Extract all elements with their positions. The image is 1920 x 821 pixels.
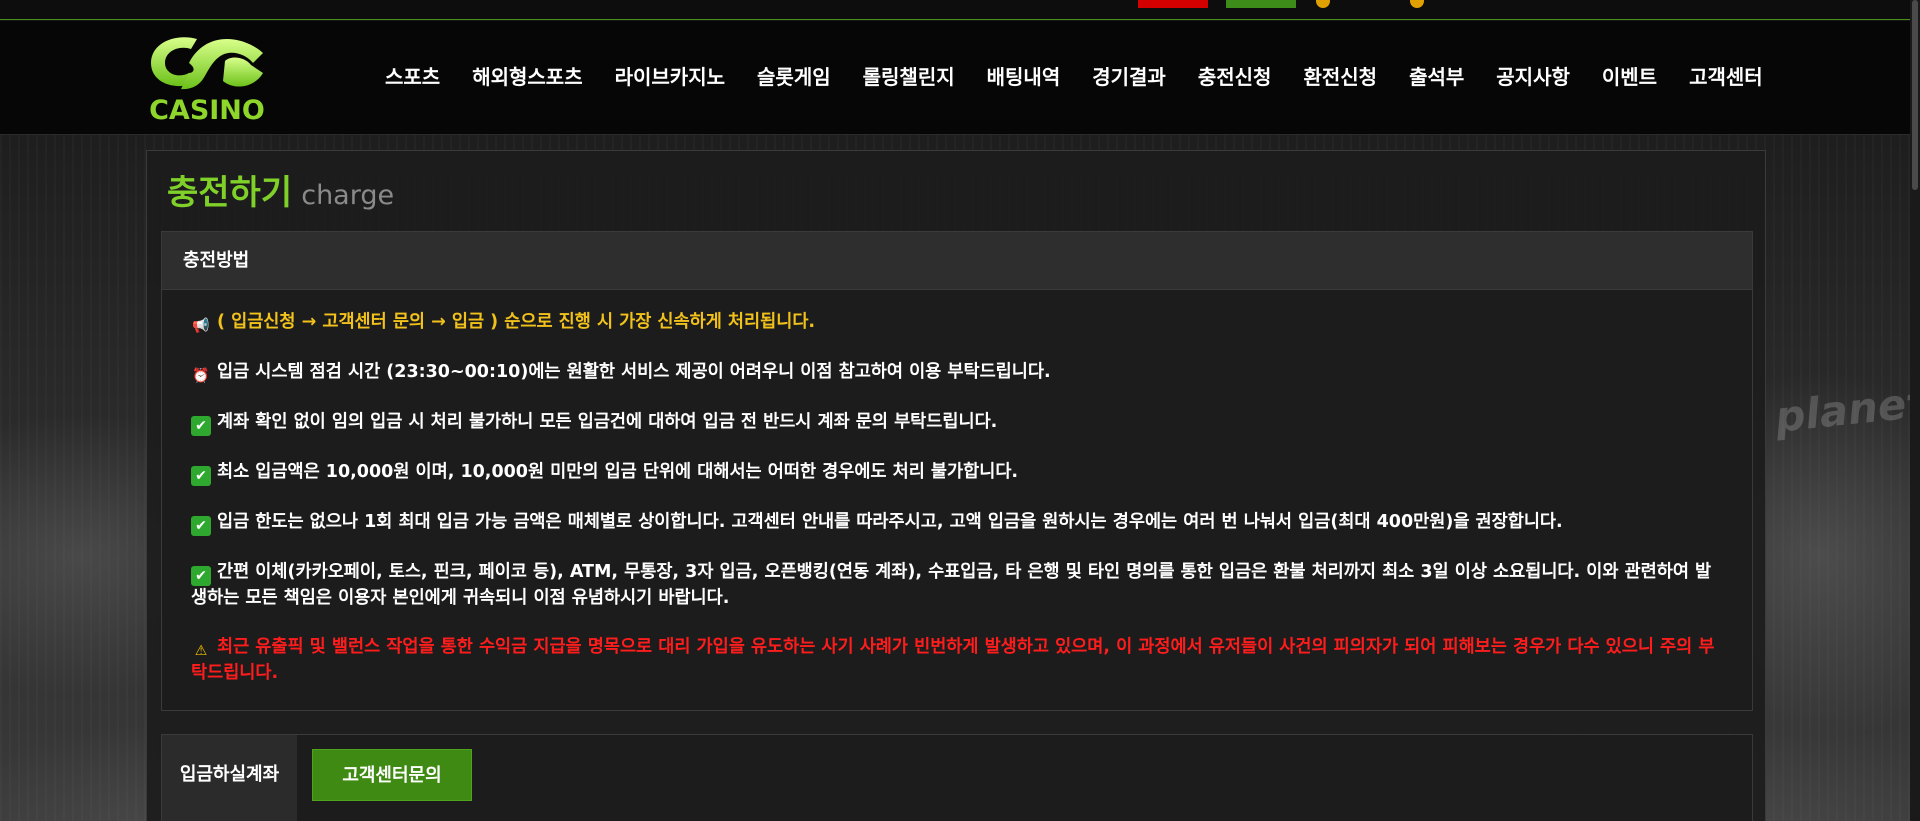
notice-text: 간편 이체(카카오페이, 토스, 핀크, 페이코 등), ATM, 무통장, 3… — [191, 562, 1712, 608]
notice-item: ✔ 계좌 확인 없이 임의 입금 시 처리 불가하니 모든 입금건에 대하여 입금… — [191, 410, 1724, 436]
notice-item: ⏰ 입금 시스템 점검 시간 (23:30~00:10)에는 원활한 서비스 제공… — [191, 360, 1724, 386]
notice-item: 📢 ( 입금신청 → 고객센터 문의 → 입금 ) 순으로 진행 시 가장 신속하… — [191, 310, 1724, 336]
nav-item[interactable]: 배팅내역 — [987, 61, 1061, 90]
nav-item[interactable]: 롤링챌린지 — [863, 61, 955, 90]
nav-item[interactable]: 라이브카지노 — [615, 61, 725, 90]
notice-item: ✔ 입금 한도는 없으나 1회 최대 입금 가능 금액은 매체별로 상이합니다. … — [191, 510, 1724, 536]
megaphone-icon: 📢 — [192, 318, 210, 334]
notice-list: 📢 ( 입금신청 → 고객센터 문의 → 입금 ) 순으로 진행 시 가장 신속하… — [162, 290, 1752, 686]
check-icon: ✔ — [191, 416, 211, 436]
check-icon: ✔ — [191, 566, 211, 586]
main-nav: 스포츠 해외형스포츠 라이브카지노 슬롯게임 롤링챌린지 배팅내역 경기결과 충전신청 환전신청… — [385, 61, 1795, 90]
warning-icon: ⚠ — [194, 643, 208, 659]
check-icon: ✔ — [191, 516, 211, 536]
page-title-korean: 충전하기 — [167, 173, 293, 213]
coin-icon — [1316, 0, 1330, 8]
nav-item[interactable]: 출석부 — [1409, 61, 1464, 90]
notice-item: ⚠ 최근 유출픽 및 밸런스 작업을 통한 수익금 지급을 명목으로 대리 가입을… — [191, 635, 1724, 686]
notice-item: ✔ 최소 입금액은 10,000원 이며, 10,000원 미만의 입금 단위에 … — [191, 460, 1724, 486]
notice-text: 계좌 확인 없이 임의 입금 시 처리 불가하니 모든 입금건에 대하여 입금 … — [217, 412, 998, 432]
charge-method-header: 충전방법 — [162, 232, 1752, 290]
charge-method-box: 충전방법 📢 ( 입금신청 → 고객센터 문의 → 입금 ) 순으로 진행 시 가… — [161, 231, 1753, 711]
notice-text: 입금 시스템 점검 시간 (23:30~00:10)에는 원활한 서비스 제공이… — [217, 362, 1051, 382]
notice-text: ( 입금신청 → 고객센터 문의 → 입금 ) 순으로 진행 시 가장 신속하게… — [217, 312, 816, 332]
scrollbar-thumb[interactable] — [1912, 0, 1918, 190]
top-red-badge[interactable] — [1138, 0, 1208, 8]
page-scrollbar[interactable] — [1910, 0, 1920, 821]
nav-item[interactable]: 경기결과 — [1092, 61, 1166, 90]
logo-text[interactable]: CASINO — [145, 95, 269, 126]
top-green-badge[interactable] — [1226, 0, 1296, 8]
page-title: 충전하기 charge — [167, 165, 394, 214]
deposit-account-label: 입금하실계좌 — [162, 735, 297, 821]
notice-text: 입금 한도는 없으나 1회 최대 입금 가능 금액은 매체별로 상이합니다. 고… — [217, 512, 1563, 532]
notice-text: 최근 유출픽 및 밸런스 작업을 통한 수익금 지급을 명목으로 대리 가입을 … — [191, 637, 1715, 683]
coin-icon — [1410, 0, 1424, 8]
nav-item[interactable]: 고객센터 — [1689, 61, 1763, 90]
page-title-english: charge — [301, 180, 395, 211]
check-icon: ✔ — [191, 466, 211, 486]
notice-item: ✔ 간편 이체(카카오페이, 토스, 핀크, 페이코 등), ATM, 무통장, … — [191, 560, 1724, 611]
nav-item[interactable]: 충전신청 — [1198, 61, 1272, 90]
nav-item[interactable]: 스포츠 — [385, 61, 440, 90]
alarm-clock-icon: ⏰ — [192, 368, 210, 384]
notice-text: 최소 입금액은 10,000원 이며, 10,000원 미만의 입금 단위에 대… — [217, 462, 1019, 482]
nav-item[interactable]: 해외형스포츠 — [472, 61, 582, 90]
nav-item[interactable]: 슬롯게임 — [757, 61, 831, 90]
nav-item[interactable]: 환전신청 — [1303, 61, 1377, 90]
charge-panel: 충전하기 charge 충전방법 📢 ( 입금신청 → 고객센터 문의 → 입금 … — [146, 150, 1766, 821]
nav-item[interactable]: 공지사항 — [1496, 61, 1570, 90]
customer-center-inquiry-button[interactable]: 고객센터문의 — [312, 749, 472, 801]
top-strip — [0, 0, 1920, 20]
deposit-account-row: 입금하실계좌 고객센터문의 — [161, 734, 1753, 821]
site-header: CASINO 스포츠 해외형스포츠 라이브카지노 슬롯게임 롤링챌린지 배팅내역 경기결과 충… — [0, 21, 1920, 135]
nav-item[interactable]: 이벤트 — [1602, 61, 1657, 90]
